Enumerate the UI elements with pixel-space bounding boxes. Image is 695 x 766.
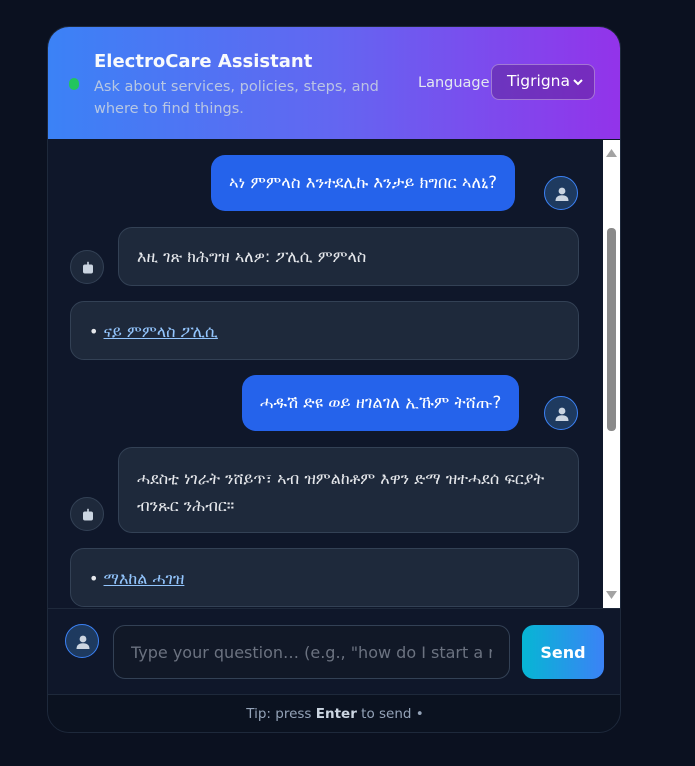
bullet: •: [89, 569, 99, 588]
chat-widget: ElectroCare Assistant Ask about services…: [47, 26, 621, 733]
send-button[interactable]: Send: [522, 625, 604, 679]
tip-prefix: Tip: press: [246, 706, 316, 722]
triangle-down-icon[interactable]: [605, 589, 618, 601]
user-message: ሓዱሽ ድዩ ወይ ዘገልገለ ኢኹም ትሸጡ?: [242, 375, 520, 431]
scrollbar-thumb[interactable]: [607, 228, 616, 431]
user-message-text: ሓዱሽ ድዩ ወይ ዘገልገለ ኢኹም ትሸጡ?: [260, 393, 502, 412]
message-scrollbar[interactable]: [603, 140, 620, 608]
composer: Send: [48, 608, 620, 694]
triangle-up-icon[interactable]: [605, 147, 618, 159]
user-avatar: [544, 176, 578, 210]
question-input[interactable]: [113, 625, 510, 679]
assistant-title: ElectroCare Assistant: [94, 51, 313, 72]
user-icon: [555, 187, 569, 201]
bot-message-text: ሓደስቲ ነገራት ንሸይጥ፣ ኣብ ዝምልከቶም እዋን ድማ ዝተሓደሰ ፍ…: [137, 469, 545, 515]
language-select[interactable]: Tigrigna: [491, 64, 595, 100]
language-select-value: Tigrigna: [507, 72, 570, 90]
return-policy-link[interactable]: ናይ ምምላስ ፖሊሲ: [104, 322, 218, 341]
bullet: •: [89, 322, 99, 341]
user-avatar: [65, 624, 99, 658]
chevron-down-icon: [573, 79, 583, 86]
footer-tip: Tip: press Enter to send •: [48, 694, 620, 732]
user-avatar: [544, 396, 578, 430]
user-message: ኣነ ምምላስ እንተደሊኩ እንታይ ክግበር ኣለኒ?: [211, 155, 516, 211]
bot-avatar: [70, 497, 104, 531]
user-message-text: ኣነ ምምላስ እንተደሊኩ እንታይ ክግበር ኣለኒ?: [229, 173, 498, 192]
tip-suffix: to send •: [356, 706, 424, 722]
bot-message: ሓደስቲ ነገራት ንሸይጥ፣ ኣብ ዝምልከቶም እዋን ድማ ዝተሓደሰ ፍ…: [118, 447, 579, 533]
tip-key: Enter: [315, 706, 357, 722]
bot-link-message: • ናይ ምምላስ ፖሊሲ: [70, 301, 579, 360]
bot-icon: [83, 508, 93, 521]
bot-avatar: [70, 250, 104, 284]
language-label: Language: [418, 75, 490, 91]
bot-message-text: እዚ ገጽ ክሕግዝ ኣለዎ: ፖሊሲ ምምላስ: [137, 247, 367, 266]
chat-header: ElectroCare Assistant Ask about services…: [48, 27, 620, 139]
user-icon: [76, 635, 90, 649]
message-list[interactable]: ኣነ ምምላስ እንተደሊኩ እንታይ ክግበር ኣለኒ? እዚ ገጽ ክሕግዝ…: [48, 139, 620, 608]
assistant-subtitle: Ask about services, policies, steps, and…: [94, 79, 379, 117]
bot-link-message: • ማእከል ሓገዝ: [70, 548, 579, 607]
user-icon: [555, 407, 569, 421]
bot-message: እዚ ገጽ ክሕግዝ ኣለዎ: ፖሊሲ ምምላስ: [118, 227, 579, 286]
bot-icon: [83, 261, 93, 274]
help-center-link[interactable]: ማእከል ሓገዝ: [104, 569, 185, 588]
online-status-dot: [69, 78, 79, 90]
